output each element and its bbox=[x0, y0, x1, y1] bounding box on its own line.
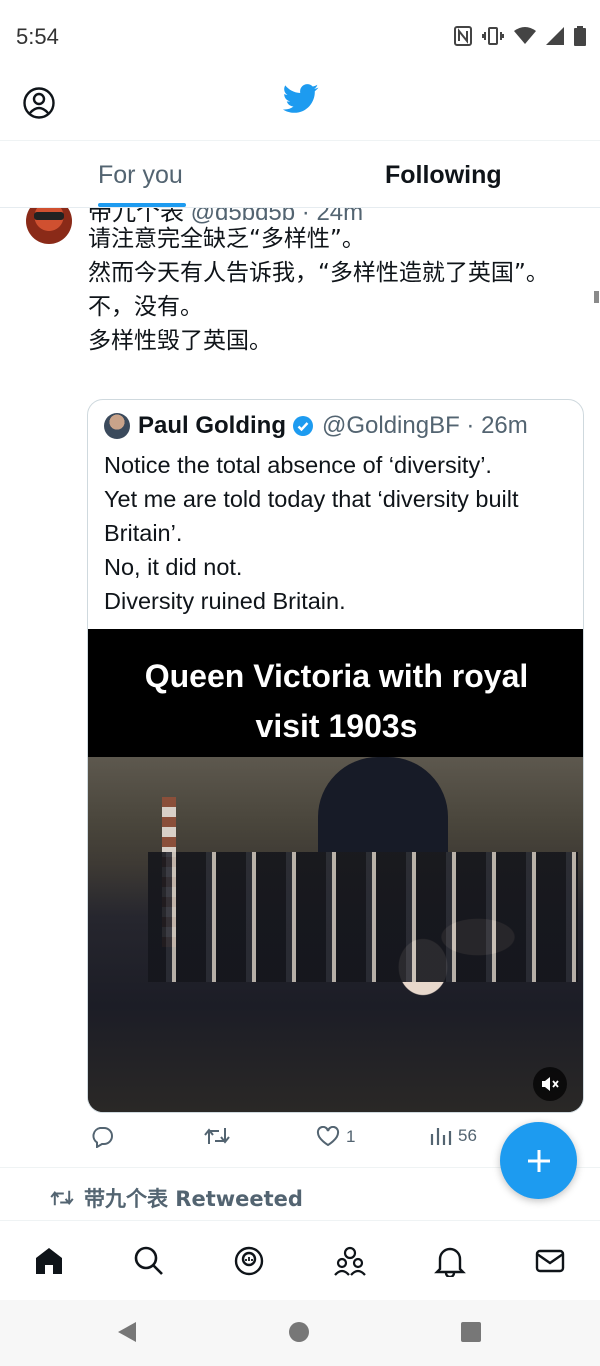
plus-icon bbox=[527, 1149, 550, 1172]
tab-for-you[interactable]: For you bbox=[98, 161, 183, 190]
reply-icon bbox=[92, 1127, 113, 1148]
retweeted-context[interactable]: 带九个表 Retweeted bbox=[50, 1183, 303, 1213]
top-app-bar bbox=[0, 76, 600, 140]
communities-icon bbox=[334, 1246, 366, 1276]
wifi-icon bbox=[514, 27, 536, 50]
search-icon bbox=[134, 1246, 163, 1275]
bottom-navigation bbox=[0, 1220, 600, 1300]
scrollbar[interactable] bbox=[594, 291, 599, 303]
heart-icon bbox=[316, 1126, 340, 1147]
retweet-icon bbox=[50, 1190, 74, 1206]
views-count: 56 bbox=[458, 1126, 477, 1145]
tab-selected-indicator bbox=[98, 203, 186, 207]
avatar[interactable] bbox=[26, 208, 72, 244]
status-time: 5:54 bbox=[16, 24, 59, 49]
tweet-actions: 1 56 bbox=[88, 1126, 508, 1156]
twitter-bird-icon[interactable] bbox=[283, 84, 319, 120]
system-navigation bbox=[0, 1300, 600, 1366]
nav-home[interactable] bbox=[33, 1245, 65, 1277]
nav-communities[interactable] bbox=[333, 1245, 366, 1277]
retweet-icon bbox=[204, 1128, 230, 1144]
messages-icon bbox=[535, 1249, 565, 1273]
account-circle-icon[interactable] bbox=[22, 86, 56, 120]
status-bar: 5:54 bbox=[0, 0, 600, 76]
home-circle-icon[interactable] bbox=[289, 1322, 309, 1342]
notifications-icon bbox=[434, 1247, 466, 1279]
recents-icon[interactable] bbox=[461, 1322, 481, 1342]
like-button[interactable]: 1 bbox=[316, 1126, 355, 1147]
compose-tweet-button[interactable] bbox=[500, 1122, 577, 1199]
like-count: 1 bbox=[346, 1126, 356, 1146]
quoted-avatar bbox=[104, 413, 130, 439]
timeline-tabs: For you Following bbox=[0, 140, 600, 208]
video-crowd bbox=[148, 852, 578, 982]
back-icon[interactable] bbox=[116, 1320, 138, 1344]
video-caption: Queen Victoria with royal visit 1903s bbox=[144, 658, 529, 744]
views-icon bbox=[430, 1128, 452, 1145]
video-arch bbox=[318, 757, 448, 852]
nav-notifications[interactable] bbox=[434, 1245, 466, 1279]
home-icon bbox=[36, 1248, 62, 1274]
views-button[interactable]: 56 bbox=[430, 1126, 477, 1146]
spaces-icon bbox=[234, 1246, 264, 1276]
retweeted-label: 带九个表 Retweeted bbox=[84, 1187, 303, 1211]
quoted-author-name: Paul Golding bbox=[138, 412, 286, 439]
quoted-tweet-header: Paul Golding @GoldingBF · 26m bbox=[104, 412, 528, 440]
quoted-handle-time: @GoldingBF · 26m bbox=[322, 412, 528, 439]
nav-spaces[interactable] bbox=[233, 1245, 265, 1277]
quoted-tweet-text: Notice the total absence of ‘diversity’.… bbox=[104, 452, 519, 614]
retweet-button[interactable] bbox=[204, 1126, 236, 1146]
nav-messages[interactable] bbox=[534, 1245, 566, 1277]
tweet-text: 请注意完全缺乏“多样性”。 然而今天有人告诉我，“多样性造就了英国”。 不，没有… bbox=[88, 226, 549, 354]
battery-icon bbox=[574, 26, 586, 51]
video-player[interactable]: Queen Victoria with royal visit 1903s bbox=[88, 629, 583, 1112]
tab-following[interactable]: Following bbox=[385, 161, 502, 190]
status-icons bbox=[454, 26, 586, 51]
signal-icon bbox=[546, 27, 564, 50]
volume-off-icon bbox=[542, 1077, 559, 1091]
reply-button[interactable] bbox=[90, 1126, 120, 1148]
nfc-icon bbox=[454, 26, 472, 51]
verified-badge-icon bbox=[293, 416, 313, 436]
quoted-tweet[interactable]: Paul Golding @GoldingBF · 26m Notice the… bbox=[87, 399, 584, 1113]
video-frame bbox=[88, 757, 583, 1112]
mute-button[interactable] bbox=[533, 1067, 567, 1101]
nav-search[interactable] bbox=[133, 1245, 165, 1277]
timeline-feed: 带九个表 @d5bd5b · 24m 请注意完全缺乏“多样性”。 然而今天有人告… bbox=[0, 208, 600, 1218]
vibrate-icon bbox=[482, 27, 504, 50]
